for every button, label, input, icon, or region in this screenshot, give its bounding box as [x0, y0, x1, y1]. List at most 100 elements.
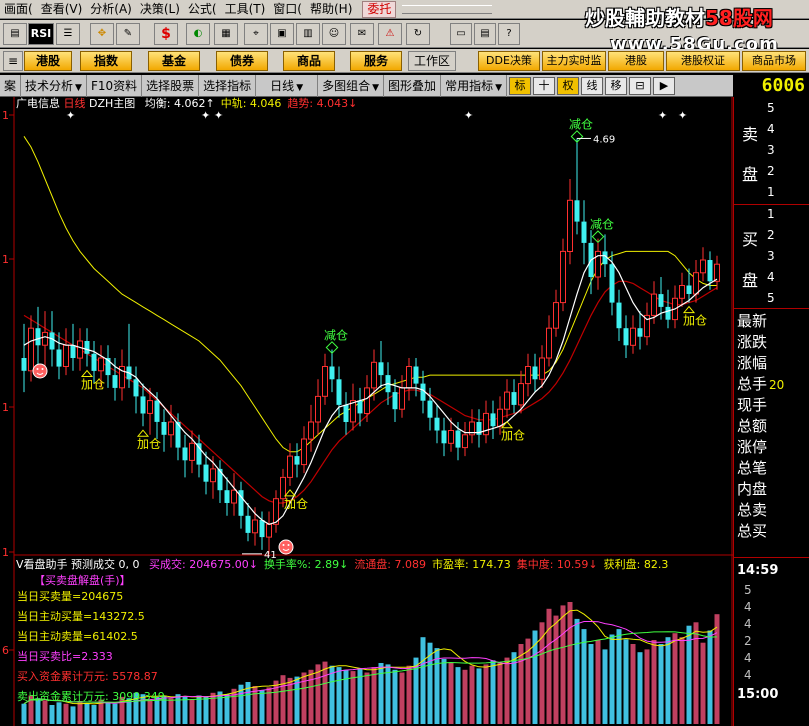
collapse-icon[interactable]: ⊟	[629, 76, 651, 95]
quote-row-7: 总笔	[737, 459, 768, 477]
candle-body-69	[504, 391, 510, 410]
quick-hk-stocks[interactable]: 港股	[24, 51, 72, 71]
stock-code[interactable]: 6006	[733, 75, 809, 97]
buy-level-1: 1	[767, 207, 775, 221]
volume-bar-83	[602, 649, 608, 724]
quick-service[interactable]: 服务	[350, 51, 402, 71]
candle-body-48	[357, 400, 363, 414]
volume-bar-0	[21, 703, 27, 724]
tab-technical-analysis[interactable]: 技术分析 ▼	[21, 74, 87, 97]
volume-bar-52	[385, 664, 391, 724]
candle-body-54	[399, 387, 405, 410]
menu-decision[interactable]: 决策(L)	[136, 0, 184, 19]
people-icon[interactable]: ☺	[322, 23, 346, 45]
tab-daily[interactable]: 日线 ▼	[256, 74, 319, 97]
volume-bar-27	[210, 692, 216, 724]
quick-bond[interactable]: 债券	[216, 51, 268, 71]
volume-bar-94	[679, 637, 685, 724]
quick-fund[interactable]: 基金	[148, 51, 200, 71]
menu-formula[interactable]: 公式(	[184, 0, 221, 19]
volume-legend-item-1: 换手率%: 2.89↓	[263, 558, 349, 571]
volume-bar-76	[553, 615, 559, 724]
bar-chart-icon[interactable]: ▤	[3, 23, 27, 45]
tab-multi-chart[interactable]: 多图组合 ▼	[318, 74, 385, 97]
menu-help[interactable]: 帮助(H)	[306, 0, 356, 19]
refresh-icon[interactable]: ↻	[406, 23, 430, 45]
volume-bar-75	[546, 608, 552, 724]
grid-icon[interactable]: ▦	[214, 23, 238, 45]
dollar-icon[interactable]: $	[154, 23, 178, 45]
rights-icon[interactable]: 权	[557, 76, 579, 95]
dde-decision-button[interactable]: DDE决策	[478, 51, 540, 71]
candle-body-42	[315, 395, 321, 423]
volume-bar-92	[665, 637, 671, 724]
mark-icon[interactable]: 标	[509, 76, 531, 95]
quick-menu-icon[interactable]: ≡	[3, 51, 23, 71]
menu-tools[interactable]: 工具(T)	[221, 0, 270, 19]
workarea-button[interactable]: 工作区	[408, 51, 456, 71]
panel-icon[interactable]: ▭	[450, 23, 472, 45]
add-signal-label-2: 加仓	[284, 497, 308, 511]
mail-icon[interactable]: ✉	[350, 23, 374, 45]
warning-icon[interactable]: ⚠	[378, 23, 402, 45]
volume-indicator-name: V看盘助手	[16, 558, 68, 571]
line-icon[interactable]: 线	[581, 76, 603, 95]
hk-warrant-button[interactable]: 港股权证	[666, 51, 740, 71]
entrust-button[interactable]: 委托	[362, 0, 397, 18]
tab-case[interactable]: 案	[0, 74, 22, 97]
rsi-button[interactable]: RSI	[28, 23, 54, 45]
toolbar-grip[interactable]	[402, 4, 493, 14]
candle-body-11	[98, 357, 104, 372]
window-icon[interactable]: ▣	[270, 23, 294, 45]
sell-label-1: 卖	[742, 125, 759, 144]
menu-window[interactable]: 窗口(	[269, 0, 306, 19]
menu-analysis[interactable]: 分析(A)	[86, 0, 136, 19]
menu-screen[interactable]: 画面(	[0, 0, 37, 19]
crosshair-icon[interactable]: 十	[533, 76, 555, 95]
candle-body-33	[252, 519, 258, 534]
candle-body-2	[35, 328, 41, 346]
volume-bar-41	[308, 669, 314, 724]
volume-legend-item-2: 流通盘: 7.089	[354, 558, 427, 571]
order-book-panel: 卖 盘 5 4 3 2 1 买 盘 1 2 3 4 5 最新 涨跌 涨幅 总手 20 现手…	[733, 97, 809, 726]
quick-index[interactable]: 指数	[80, 51, 132, 71]
volume-stat-5: 卖出资金累计万元: 3099.349	[17, 690, 165, 703]
hk-stock-button[interactable]: 港股	[608, 51, 664, 71]
help-icon[interactable]: ?	[498, 23, 520, 45]
candle-body-62	[455, 430, 461, 448]
list-icon[interactable]: ☰	[56, 23, 80, 45]
candle-body-88	[637, 328, 643, 337]
market-quick-bar: ≡ 港股 指数 基金 债券 商品 服务 工作区 DDE决策 主力实时监 港股 港…	[0, 49, 809, 73]
move-tool-icon[interactable]: 移	[605, 76, 627, 95]
candle-body-27	[210, 468, 216, 483]
volume-bar-53	[392, 669, 398, 724]
ruler-icon[interactable]: ✎	[116, 23, 140, 45]
candle-body-63	[462, 434, 468, 449]
candle-body-60	[441, 430, 447, 444]
compare-icon[interactable]: ◐	[186, 23, 210, 45]
tick-row-4: 4	[744, 651, 752, 665]
volume-bar-34	[259, 690, 265, 724]
tab-common-indicators[interactable]: 常用指标 ▼	[441, 74, 507, 97]
menu-view[interactable]: 查看(V)	[37, 0, 87, 19]
commodity-market-button[interactable]: 商品市场	[742, 51, 806, 71]
volume-bar-6	[63, 703, 69, 724]
volume-bar-60	[441, 658, 447, 724]
tab-overlay[interactable]: 图形叠加	[384, 74, 442, 97]
tab-select-stock[interactable]: 选择股票	[142, 74, 200, 97]
quote-row-6: 涨停	[737, 438, 768, 456]
main-force-monitor-button[interactable]: 主力实时监	[542, 51, 606, 71]
volume-bar-43	[322, 661, 328, 724]
volume-bar-98	[707, 630, 713, 724]
tab-f10[interactable]: F10资料	[87, 74, 143, 97]
quick-commodity[interactable]: 商品	[283, 51, 335, 71]
predicted-volume-value: 0, 0	[118, 558, 140, 571]
play-icon[interactable]: ▶	[653, 76, 675, 95]
move-icon[interactable]: ✥	[90, 23, 114, 45]
binoculars-icon[interactable]: ⌖	[244, 23, 268, 45]
book-icon[interactable]: ▥	[296, 23, 320, 45]
smiley-icon-1	[278, 539, 294, 555]
candle-body-16	[133, 379, 139, 397]
layout-icon[interactable]: ▤	[474, 23, 496, 45]
tab-select-indicator[interactable]: 选择指标	[199, 74, 257, 97]
